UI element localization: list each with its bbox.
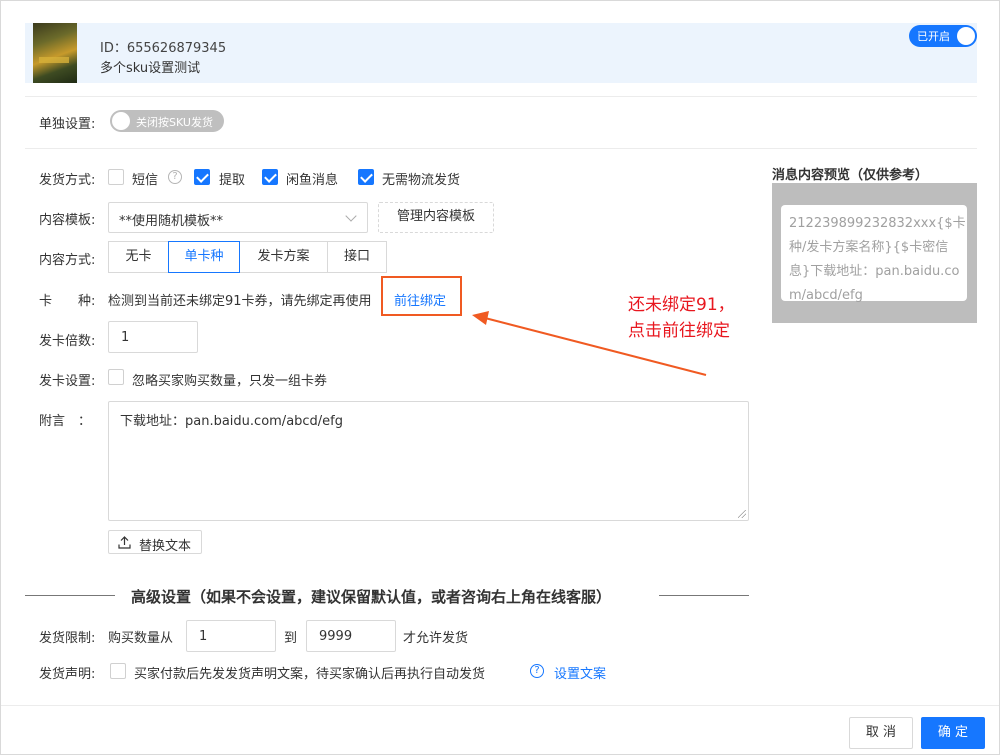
note-value: 下载地址：pan.baidu.com/abcd/efg — [120, 414, 344, 429]
divider — [659, 595, 749, 596]
chevron-down-icon — [345, 210, 357, 222]
preview-title: 消息内容预览（仅供参考） — [772, 168, 929, 183]
manage-template-button[interactable]: 管理内容模板 — [378, 202, 494, 233]
sku-shipping-toggle[interactable]: 关闭按SKU发货 — [110, 110, 224, 132]
single-setting-label: 单独设置: — [39, 117, 96, 132]
limit-suffix: 才允许发货 — [403, 631, 469, 646]
tab-single-card[interactable]: 单卡种 — [168, 241, 240, 273]
ignore-quantity-checkbox[interactable] — [108, 369, 124, 385]
resize-handle-icon[interactable] — [738, 510, 746, 518]
annotation-arrow-icon — [472, 311, 707, 376]
sku-settings-dialog: ID：655626879345 多个sku设置测试 已开启 单独设置: 关闭按S… — [0, 0, 1000, 755]
shipping-statement-checkbox[interactable] — [110, 663, 126, 679]
shipping-no-logistics-label: 无需物流发货 — [382, 173, 461, 188]
note-label: 附言 ： — [39, 414, 92, 429]
card-multiplier-input[interactable]: 1 — [108, 321, 198, 353]
highlight-box — [381, 276, 462, 316]
card-setting-label: 发卡设置: — [39, 374, 96, 389]
divider — [25, 595, 115, 596]
shipping-statement-text: 买家付款后先发发货声明文案，待买家确认后再执行自动发货 — [134, 667, 486, 682]
product-enabled-toggle[interactable]: 已开启 — [909, 25, 977, 47]
footer-divider — [1, 705, 999, 706]
tab-no-card[interactable]: 无卡 — [108, 241, 169, 273]
product-image — [33, 23, 77, 83]
help-icon[interactable]: ? — [530, 664, 544, 678]
shipping-extract-label: 提取 — [219, 173, 246, 188]
card-kind-message: 检测到当前还未绑定91卡券，请先绑定再使用 — [108, 294, 372, 309]
ignore-quantity-label: 忽略买家购买数量，只发一组卡券 — [132, 374, 328, 389]
preview-box: 212239899232832xxx{$卡种/发卡方案名称}{$卡密信息}下载地… — [772, 183, 977, 323]
shipping-no-logistics-checkbox[interactable] — [358, 169, 374, 185]
card-kind-label: 卡 种: — [39, 294, 96, 309]
card-multiplier-value: 1 — [121, 330, 130, 345]
product-enabled-label: 已开启 — [917, 30, 950, 43]
preview-card: 212239899232832xxx{$卡种/发卡方案名称}{$卡密信息}下载地… — [781, 205, 967, 303]
limit-prefix: 购买数量从 — [108, 631, 174, 646]
content-mode-label: 内容方式: — [39, 253, 96, 268]
set-copy-link[interactable]: 设置文案 — [554, 663, 606, 682]
upload-icon — [118, 536, 131, 549]
replace-text-button[interactable]: 替换文本 — [108, 530, 202, 554]
shipping-sms-label: 短信 — [132, 173, 159, 188]
help-icon[interactable]: ? — [168, 170, 182, 184]
shipping-xianyu-checkbox[interactable] — [262, 169, 278, 185]
shipping-sms-checkbox[interactable] — [108, 169, 124, 185]
sku-shipping-toggle-label: 关闭按SKU发货 — [136, 116, 213, 129]
tab-card-plan[interactable]: 发卡方案 — [239, 241, 328, 273]
limit-from-value: 1 — [199, 629, 208, 644]
tab-api[interactable]: 接口 — [327, 241, 387, 273]
replace-text-label: 替换文本 — [139, 539, 192, 554]
content-template-value: **使用随机模板** — [119, 214, 224, 229]
limit-to-label: 到 — [284, 631, 298, 646]
product-name: 多个sku设置测试 — [100, 61, 201, 76]
cancel-button[interactable]: 取 消 — [849, 717, 913, 749]
content-template-select[interactable]: **使用随机模板** — [108, 202, 368, 233]
toggle-knob — [112, 112, 130, 130]
product-header: ID：655626879345 多个sku设置测试 已开启 — [25, 23, 977, 83]
toggle-knob — [957, 27, 975, 45]
content-template-label: 内容模板: — [39, 213, 96, 228]
divider — [25, 96, 977, 97]
product-id: ID：655626879345 — [100, 41, 227, 56]
shipping-extract-checkbox[interactable] — [194, 169, 210, 185]
shipping-xianyu-label: 闲鱼消息 — [286, 173, 339, 188]
limit-to-value: 9999 — [319, 629, 353, 644]
card-multiplier-label: 发卡倍数: — [39, 334, 96, 349]
divider — [25, 148, 977, 149]
limit-from-input[interactable]: 1 — [186, 620, 276, 652]
shipping-limit-label: 发货限制: — [39, 631, 96, 646]
shipping-method-label: 发货方式: — [39, 173, 96, 188]
advanced-settings-title: 高级设置（如果不会设置，建议保留默认值，或者咨询右上角在线客服） — [131, 588, 612, 606]
limit-to-input[interactable]: 9999 — [306, 620, 396, 652]
confirm-button[interactable]: 确 定 — [921, 717, 985, 749]
note-textarea[interactable]: 下载地址：pan.baidu.com/abcd/efg — [108, 401, 749, 521]
shipping-statement-label: 发货声明: — [39, 667, 96, 682]
preview-content: 212239899232832xxx{$卡种/发卡方案名称}{$卡密信息}下载地… — [789, 216, 966, 303]
